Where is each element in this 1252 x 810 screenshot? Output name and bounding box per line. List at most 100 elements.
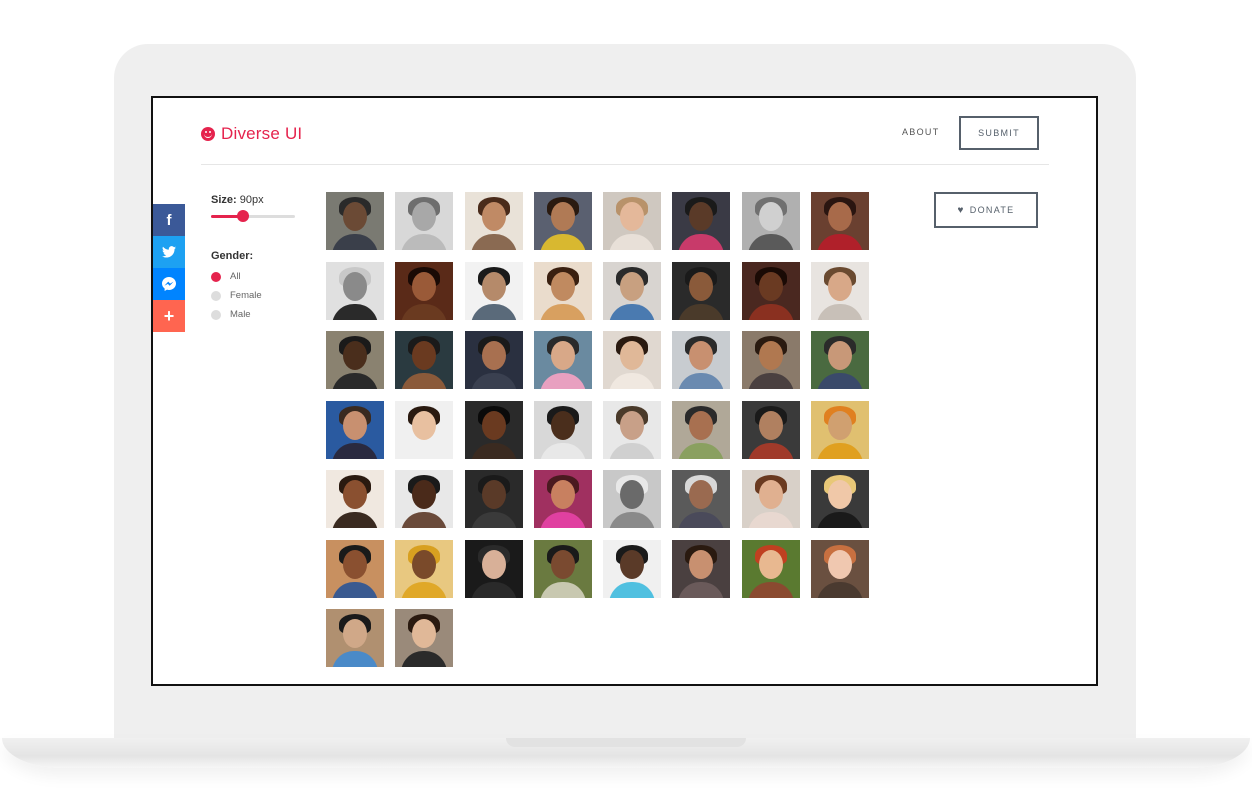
- avatar-face: [620, 549, 645, 579]
- avatar-photo[interactable]: [741, 470, 800, 528]
- avatar-photo[interactable]: [672, 470, 731, 528]
- avatar-photo[interactable]: [326, 470, 384, 528]
- avatar-photo[interactable]: [464, 400, 523, 459]
- share-more-button[interactable]: +: [153, 300, 185, 332]
- avatar-body: [539, 512, 586, 528]
- avatar-photo[interactable]: [464, 470, 523, 528]
- avatar-face: [412, 549, 437, 579]
- avatar-body: [470, 234, 517, 250]
- nav-about-link[interactable]: ABOUT: [902, 127, 940, 137]
- avatar-photo[interactable]: [326, 539, 384, 598]
- gender-option-label: Male: [230, 309, 251, 320]
- avatar-photo[interactable]: [464, 539, 523, 598]
- avatar-photo[interactable]: [533, 261, 592, 320]
- avatar-photo[interactable]: [464, 192, 523, 250]
- avatar-body: [470, 303, 517, 320]
- avatar-body: [817, 512, 864, 528]
- share-facebook-button[interactable]: f: [153, 204, 185, 236]
- avatar-photo[interactable]: [672, 192, 731, 250]
- gender-option-male[interactable]: Male: [211, 309, 301, 320]
- avatar-photo[interactable]: [395, 609, 454, 667]
- avatar-photo[interactable]: [533, 331, 592, 389]
- avatar-photo[interactable]: [603, 470, 662, 528]
- avatar-photo[interactable]: [326, 331, 384, 389]
- radio-unselected-icon: [211, 309, 221, 320]
- avatar-photo[interactable]: [603, 331, 662, 389]
- avatar-face: [343, 619, 367, 648]
- avatar-photo[interactable]: [464, 331, 523, 389]
- avatar-photo[interactable]: [741, 400, 800, 459]
- avatar-photo[interactable]: [811, 192, 870, 250]
- avatar-face: [412, 202, 437, 231]
- avatar-body: [401, 651, 448, 667]
- gender-option-all[interactable]: All: [211, 271, 301, 282]
- avatar-face: [550, 549, 575, 579]
- avatar-photo[interactable]: [326, 261, 384, 320]
- avatar-photo[interactable]: [811, 331, 870, 389]
- avatar-face: [343, 202, 367, 231]
- avatar-photo[interactable]: [811, 539, 870, 598]
- avatar-body: [470, 373, 517, 389]
- avatar-photo[interactable]: [603, 400, 662, 459]
- size-control: Size: 90px: [211, 194, 301, 206]
- avatar-photo[interactable]: [326, 192, 384, 250]
- avatar-face: [828, 410, 853, 440]
- size-label: Size:: [211, 194, 237, 206]
- avatar-photo[interactable]: [395, 331, 454, 389]
- avatar-photo[interactable]: [603, 539, 662, 598]
- share-twitter-button[interactable]: [153, 236, 185, 268]
- avatar-photo[interactable]: [741, 192, 800, 250]
- avatar-face: [758, 480, 783, 509]
- avatar-photo[interactable]: [395, 470, 454, 528]
- avatar-photo[interactable]: [672, 261, 731, 320]
- avatar-photo[interactable]: [741, 261, 800, 320]
- avatar-photo[interactable]: [326, 400, 384, 459]
- avatar-body: [401, 373, 448, 389]
- avatar-photo[interactable]: [672, 539, 731, 598]
- avatar-body: [470, 442, 517, 459]
- avatar-photo[interactable]: [533, 470, 592, 528]
- gender-option-label: Female: [230, 290, 262, 301]
- avatar-body: [817, 373, 864, 389]
- avatar-photo[interactable]: [672, 400, 731, 459]
- gender-option-female[interactable]: Female: [211, 290, 301, 301]
- avatar-face: [481, 480, 506, 509]
- avatar-body: [678, 373, 725, 389]
- avatar-face: [550, 410, 575, 440]
- donate-button[interactable]: ♥ DONATE: [934, 192, 1038, 228]
- submit-button[interactable]: SUBMIT: [959, 116, 1039, 150]
- avatar-photo[interactable]: [741, 539, 800, 598]
- avatar-photo[interactable]: [811, 261, 870, 320]
- avatar-photo[interactable]: [533, 539, 592, 598]
- avatar-face: [412, 480, 437, 509]
- share-messenger-button[interactable]: [153, 268, 185, 300]
- avatar-photo[interactable]: [811, 470, 870, 528]
- avatar-body: [539, 373, 586, 389]
- avatar-photo[interactable]: [811, 400, 870, 459]
- avatar-photo[interactable]: [741, 331, 800, 389]
- avatar-photo[interactable]: [603, 192, 662, 250]
- size-slider[interactable]: [211, 210, 295, 222]
- avatar-face: [343, 549, 367, 579]
- size-value: 90px: [239, 194, 264, 206]
- plus-icon: +: [163, 305, 175, 326]
- avatar-body: [609, 581, 656, 598]
- avatar-body: [332, 373, 378, 389]
- avatar-photo[interactable]: [395, 261, 454, 320]
- avatar-face: [412, 271, 437, 301]
- donate-label: DONATE: [969, 205, 1015, 215]
- avatar-face: [481, 410, 506, 440]
- avatar-photo[interactable]: [326, 609, 384, 667]
- avatar-photo[interactable]: [464, 261, 523, 320]
- avatar-photo[interactable]: [395, 192, 454, 250]
- avatar-photo[interactable]: [603, 261, 662, 320]
- app-logo[interactable]: Diverse UI: [201, 124, 302, 144]
- avatar-photo[interactable]: [533, 400, 592, 459]
- avatar-photo[interactable]: [533, 192, 592, 250]
- avatar-photo[interactable]: [395, 539, 454, 598]
- avatar-photo[interactable]: [672, 331, 731, 389]
- avatar-body: [539, 303, 586, 320]
- slider-thumb[interactable]: [236, 210, 249, 222]
- avatar-face: [620, 480, 645, 509]
- avatar-photo[interactable]: [395, 400, 454, 459]
